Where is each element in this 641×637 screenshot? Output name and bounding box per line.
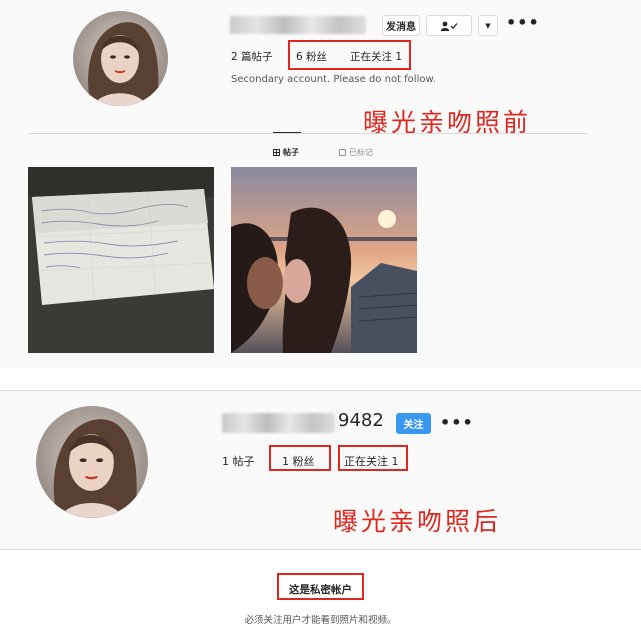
- post-count: 1 帖子: [222, 455, 255, 468]
- more-options-icon[interactable]: •••: [506, 15, 540, 31]
- username-masked: [222, 413, 335, 433]
- private-subtitle: 必须关注用户才能看到照片和视频。: [244, 615, 397, 626]
- username-masked: [230, 16, 366, 34]
- user-check-icon: [440, 21, 458, 31]
- private-section: 这是私密帐户 必须关注用户才能看到照片和视频。: [0, 549, 641, 637]
- tab-posts[interactable]: 帖子: [273, 147, 299, 158]
- highlight-box-following: [338, 445, 408, 471]
- chevron-down-icon: ▼: [485, 21, 491, 30]
- profile-before-panel: 发消息 ▼ ••• 2 篇帖子 6 粉丝 正在关注 1 Secondary ac…: [0, 0, 641, 368]
- tab-posts-label: 帖子: [283, 148, 299, 157]
- profile-after-panel: 9482 关注 ••• 1 帖子 1 粉丝 正在关注 1 曝光亲吻照后 这是私密…: [0, 390, 641, 637]
- tab-tagged[interactable]: 已标记: [339, 147, 373, 158]
- annotation-after: 曝光亲吻照后: [333, 507, 502, 536]
- following-status-button[interactable]: [426, 15, 472, 36]
- profile-avatar[interactable]: [73, 11, 168, 106]
- post-count: 2 篇帖子: [231, 51, 273, 63]
- profile-bio: Secondary account. Please do not follow.: [231, 74, 436, 85]
- dropdown-button[interactable]: ▼: [478, 15, 498, 36]
- more-options-icon[interactable]: •••: [440, 415, 474, 431]
- handwritten-letter-photo[interactable]: [28, 167, 214, 353]
- follow-button-label: 关注: [403, 420, 424, 431]
- message-button[interactable]: 发消息: [382, 15, 420, 36]
- active-tab-indicator: [273, 132, 301, 133]
- follow-button[interactable]: 关注: [396, 413, 431, 434]
- profile-avatar[interactable]: [36, 406, 148, 518]
- highlight-box-followers: [269, 445, 331, 471]
- kissing-couple-photo[interactable]: [231, 167, 417, 353]
- grid-icon: [273, 149, 280, 156]
- tab-divider: [28, 133, 588, 134]
- username-suffix: 9482: [338, 410, 384, 431]
- message-button-label: 发消息: [386, 22, 416, 33]
- tab-tagged-label: 已标记: [349, 148, 373, 157]
- highlight-box-private: [277, 573, 364, 600]
- tag-icon: [339, 149, 346, 156]
- highlight-box-stats: [288, 40, 411, 70]
